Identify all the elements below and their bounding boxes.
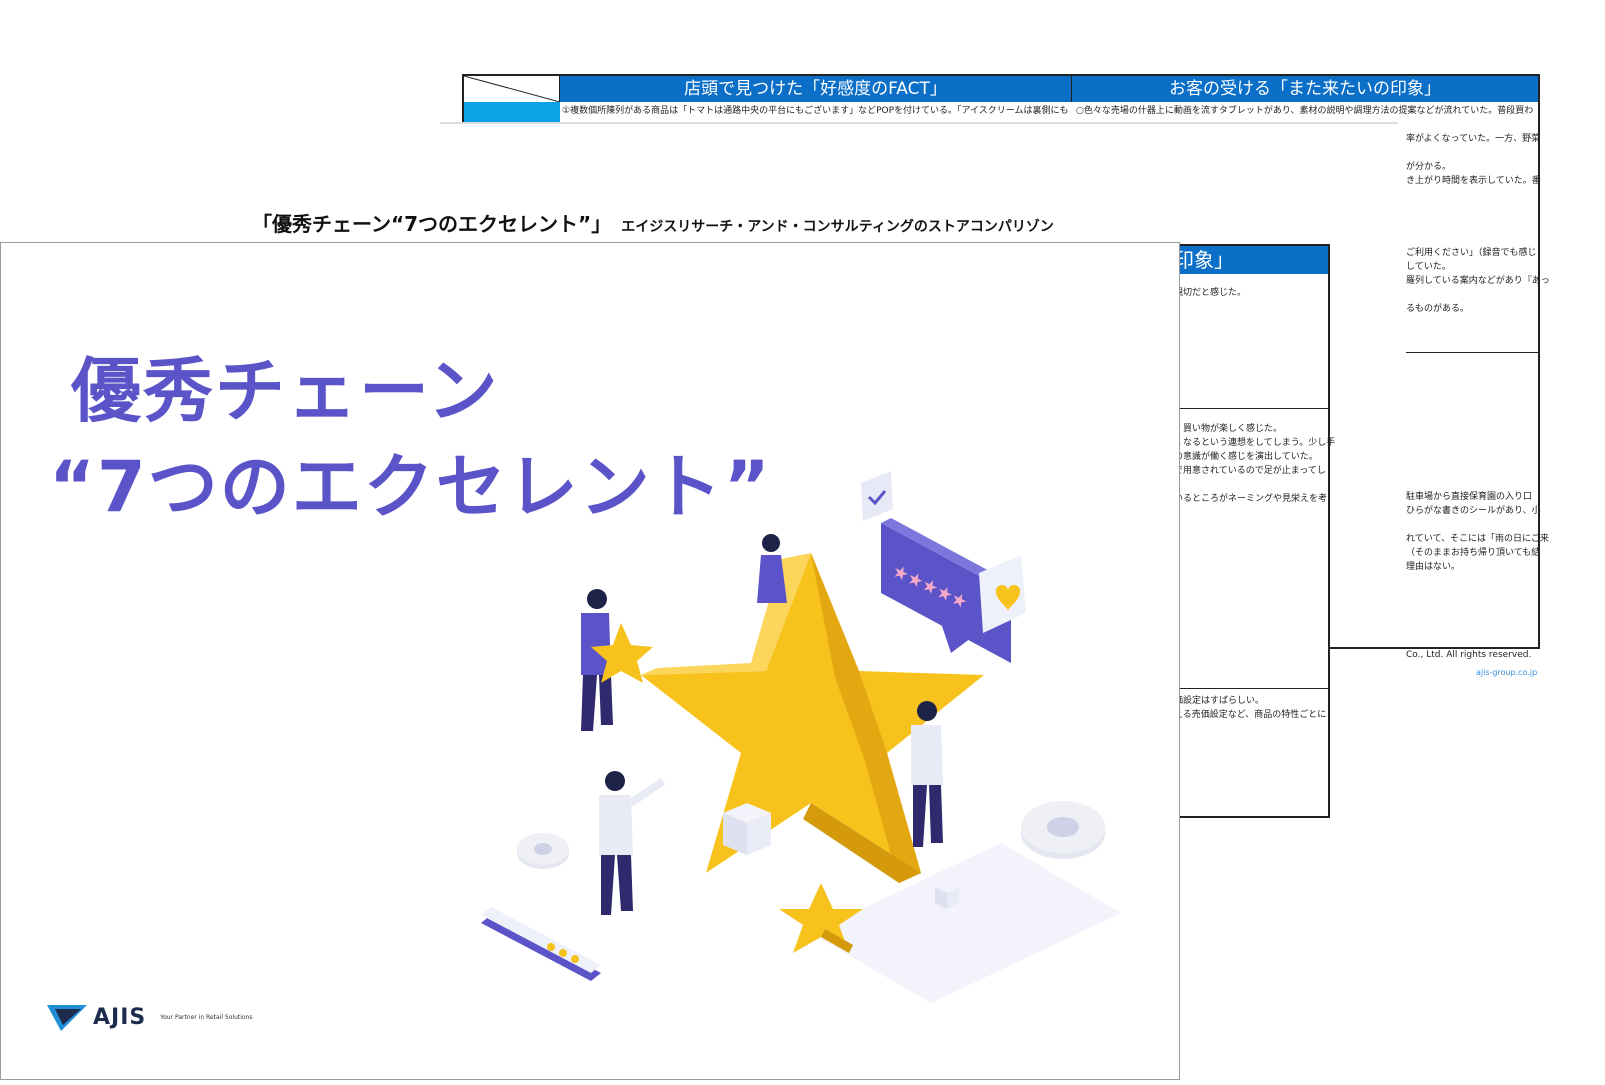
fragment-text: れていて、そこには「雨の日にご来	[1406, 534, 1549, 544]
impression-column-header: お客の受ける「また来たいの印象」	[1072, 76, 1538, 102]
check-card-icon	[861, 471, 893, 521]
fragment-text: ひらがな書きのシールがあり、小	[1406, 506, 1541, 516]
row-label-cell	[464, 102, 560, 124]
logo-tagline: Your Partner in Retail Solutions	[160, 1013, 253, 1021]
fragment-text: るものがある。	[1406, 304, 1470, 314]
fragment-text: の意識が働く感じを演出していた。	[1174, 452, 1318, 462]
table-corner-cell	[464, 76, 560, 102]
star-rating-illustration: ★★★★★	[481, 471, 1121, 1003]
divider	[1170, 408, 1328, 409]
fragment-text: える売価設定など、商品の特性ごとに	[1174, 710, 1327, 720]
fragment-text: くなるという連想をしてしまう。少し手	[1174, 438, 1336, 448]
fragment-text: 価設定はすばらしい。	[1174, 696, 1265, 706]
fragment-text: していた。	[1406, 262, 1451, 272]
fragment-text: ご利用ください」（録音でも感じ	[1406, 248, 1537, 258]
fragment-text: 羅列している案内などがあり『あっ	[1406, 276, 1550, 286]
gear-icon	[1021, 801, 1105, 859]
document-heading: 「優秀チェーン“7つのエクセレント”」 エイジスリサーチ・アンド・コンサルティング…	[252, 208, 1054, 237]
ajis-logo: AJIS Your Partner in Retail Solutions	[47, 1003, 253, 1031]
url-text: ajis-group.co.jp	[1476, 668, 1538, 677]
heading-sub: エイジスリサーチ・アンド・コンサルティングのストアコンパリゾン	[621, 219, 1054, 235]
sheet-edge-shadow	[440, 122, 1398, 124]
person-holding-star-icon	[581, 589, 653, 731]
fact-column-header: 店頭で見つけた「好感度のFACT」	[560, 76, 1072, 102]
rating-bar-icon	[481, 907, 601, 981]
fragment-text: 駐車場から直接保育園の入り口	[1406, 492, 1533, 502]
cube-icon	[723, 803, 771, 855]
cover-slide: 優秀チェーン “7つのエクセレント” ★★★★★ AJIS Your Partn…	[0, 242, 1180, 1080]
fragment-text: 。買い物が楽しく感じた。	[1174, 424, 1283, 434]
heart-card-icon	[979, 555, 1026, 633]
fragment-text: で用意されているので足が止まってし	[1174, 466, 1326, 476]
cube-icon	[935, 881, 959, 909]
fragment-text: 理由はない。	[1406, 562, 1461, 572]
fragment-text: いるところがネーミングや見栄えを考	[1174, 494, 1328, 504]
logo-name: AJIS	[93, 1004, 147, 1030]
middle-sheet-header: 印象」	[1170, 246, 1328, 274]
divider	[1406, 352, 1538, 353]
copyright-text: Co., Ltd. All rights reserved.	[1406, 650, 1532, 660]
slide-title-line1: 優秀チェーン	[71, 350, 500, 432]
fragment-text: が分かる。	[1406, 162, 1452, 172]
fact-cell-text: ①複数個所陳列がある商品は「トマトは通路中央の平台にもございます」などPOPを付…	[562, 106, 1070, 116]
person-on-star-icon	[757, 534, 787, 603]
comparison-sheet-middle: 印象」 親切だと感じた。 。買い物が楽しく感じた。 くなるという連想をしてしまう…	[1170, 244, 1335, 818]
divider	[1170, 688, 1328, 689]
gear-icon	[517, 833, 569, 869]
fragment-text: （そのままお持ち帰り頂いても結	[1406, 548, 1541, 558]
ajis-logo-mark-icon	[47, 1005, 87, 1031]
fragment-text: 親切だと感じた。	[1174, 288, 1247, 298]
heading-main: 「優秀チェーン“7つのエクセレント”」	[252, 212, 612, 236]
impression-cell-text: ○色々な売場の什器上に動画を流すタブレットがあり、素材の説明や調理方法の提案など…	[1076, 106, 1534, 116]
fragment-text: 率がよくなっていた。一方、野菜	[1406, 134, 1541, 144]
person-pointing-icon	[599, 771, 666, 915]
fragment-text: き上がり時間を表示していた。番	[1406, 176, 1541, 186]
